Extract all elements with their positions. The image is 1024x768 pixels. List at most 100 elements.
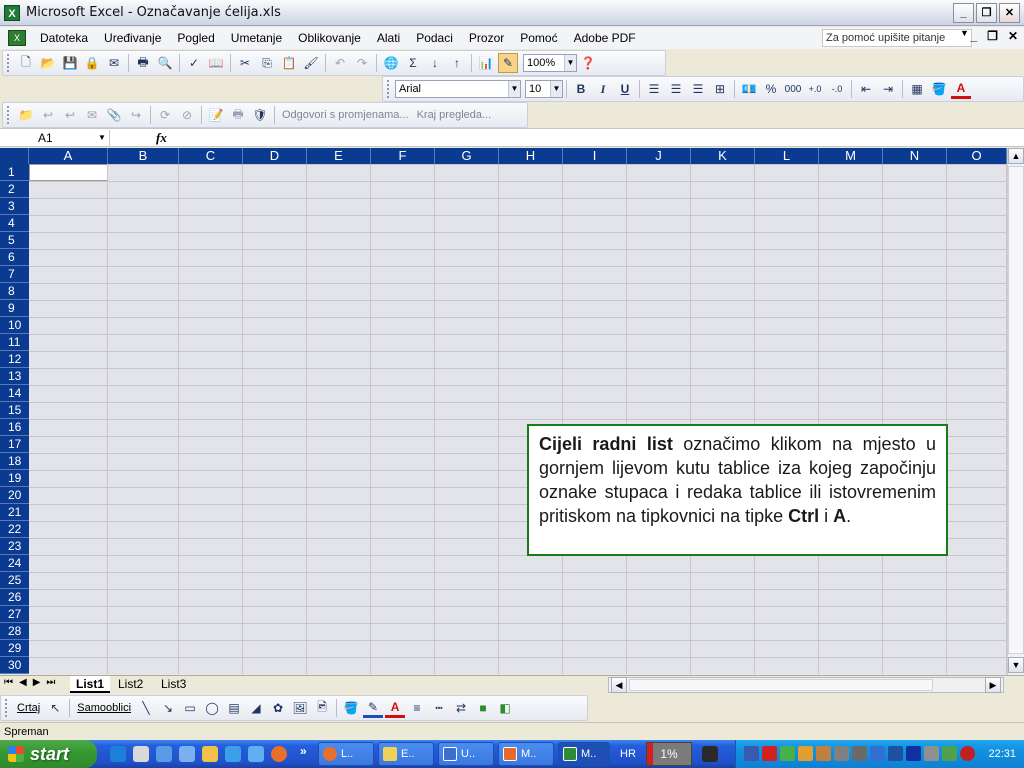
globe-icon[interactable]	[225, 746, 241, 762]
scroll-up-icon[interactable]: ▲	[1008, 148, 1024, 164]
borders-icon[interactable]: ▦	[907, 79, 927, 99]
checklist-icon[interactable]: 📝	[206, 105, 226, 125]
menu-oblikovanje[interactable]: Oblikovanje	[290, 31, 369, 45]
textbox-icon[interactable]: ▤	[224, 698, 244, 718]
print-icon[interactable]: 🖶	[133, 53, 153, 73]
attach-icon[interactable]: 📎	[104, 105, 124, 125]
row-header-30[interactable]: 30	[0, 657, 29, 674]
font-size-select[interactable]: 10 ▼	[525, 80, 563, 98]
monitor-tray-icon[interactable]	[888, 746, 903, 761]
row-header-19[interactable]: 19	[0, 470, 29, 487]
task-button-4[interactable]: M..	[498, 742, 554, 766]
thousands-button[interactable]: 000	[783, 79, 803, 99]
format-painter-icon[interactable]: 🖌	[301, 53, 321, 73]
rectangle-icon[interactable]: ▭	[180, 698, 200, 718]
security-icon[interactable]: 🛡	[250, 105, 270, 125]
font-size-dropdown-icon[interactable]: ▼	[550, 81, 562, 97]
row-header-13[interactable]: 13	[0, 368, 29, 385]
row-header-15[interactable]: 15	[0, 402, 29, 419]
excel-app-icon[interactable]: X	[4, 4, 20, 21]
chart-wizard-icon[interactable]: 📊	[476, 53, 496, 73]
firefox-icon[interactable]	[271, 746, 287, 762]
open-icon[interactable]: 📂	[38, 53, 58, 73]
column-header-o[interactable]: O	[947, 148, 1007, 164]
name-box-dropdown-icon[interactable]: ▼	[98, 130, 106, 146]
row-header-16[interactable]: 16	[0, 419, 29, 436]
row-header-1[interactable]: 1	[0, 164, 29, 181]
menu-prozor[interactable]: Prozor	[461, 31, 512, 45]
next-sheet-icon[interactable]: ▶	[33, 677, 41, 688]
research-icon[interactable]: 📖	[206, 53, 226, 73]
increase-indent-icon[interactable]: ⇥	[878, 79, 898, 99]
decrease-decimal-icon[interactable]: -.0	[827, 79, 847, 99]
merge-center-icon[interactable]: ⊞	[710, 79, 730, 99]
column-header-b[interactable]: B	[108, 148, 179, 164]
vertical-scroll-thumb[interactable]	[1008, 166, 1024, 654]
row-header-18[interactable]: 18	[0, 453, 29, 470]
sort-descending-icon[interactable]: ↑	[447, 53, 467, 73]
row-header-28[interactable]: 28	[0, 623, 29, 640]
green-tray-icon[interactable]	[780, 746, 795, 761]
sync-icon[interactable]: ⟳	[155, 105, 175, 125]
column-header-g[interactable]: G	[435, 148, 499, 164]
help-search-input[interactable]: Za pomoć upišite pitanje	[822, 29, 972, 47]
column-header-d[interactable]: D	[243, 148, 307, 164]
toolbar-grip[interactable]	[7, 106, 11, 124]
quicklaunch-more-icon[interactable]: »	[300, 744, 307, 758]
scroll-left-icon[interactable]: ◀	[611, 677, 627, 693]
row-header-23[interactable]: 23	[0, 538, 29, 555]
browser-icon[interactable]	[179, 746, 195, 762]
picture-icon[interactable]: 🖻	[312, 698, 332, 718]
copy-icon[interactable]: ⎘	[257, 53, 277, 73]
end-review-button[interactable]: Kraj pregleda...	[413, 109, 496, 121]
column-header-i[interactable]: I	[563, 148, 627, 164]
scroll-down-icon[interactable]: ▼	[1008, 657, 1024, 673]
start-button[interactable]: start	[0, 740, 97, 768]
toolbar-grip[interactable]	[7, 54, 11, 72]
zoom-select[interactable]: 100% ▼	[523, 54, 577, 72]
row-header-7[interactable]: 7	[0, 266, 29, 283]
row-header-14[interactable]: 14	[0, 385, 29, 402]
decrease-indent-icon[interactable]: ⇤	[856, 79, 876, 99]
network-tray-icon[interactable]	[744, 746, 759, 761]
task-button-5[interactable]: M..	[558, 742, 610, 766]
name-box[interactable]: A1 ▼	[2, 130, 110, 146]
shield-tray-icon[interactable]	[960, 746, 975, 761]
explorer-icon[interactable]	[156, 746, 172, 762]
task-button-2[interactable]: E..	[378, 742, 434, 766]
cell-area[interactable]	[29, 164, 1007, 674]
underline-button[interactable]: U	[615, 79, 635, 99]
orange-tray-icon[interactable]	[798, 746, 813, 761]
toolbar-grip[interactable]	[387, 80, 391, 98]
display-tray-icon[interactable]	[906, 746, 921, 761]
email-icon[interactable]: ✉	[104, 53, 124, 73]
column-header-h[interactable]: H	[499, 148, 563, 164]
last-sheet-icon[interactable]: ⏭	[46, 677, 55, 688]
autosum-icon[interactable]: Σ	[403, 53, 423, 73]
reply-icon[interactable]: ↩	[38, 105, 58, 125]
settings-tray-icon[interactable]	[852, 746, 867, 761]
shadow-icon[interactable]: ■	[473, 698, 493, 718]
fill-color-icon[interactable]: 🪣	[341, 698, 361, 718]
arrow-icon[interactable]: ↘	[158, 698, 178, 718]
function-icon[interactable]: fx	[156, 130, 167, 146]
media-icon[interactable]	[133, 746, 149, 762]
arrow-style-icon[interactable]: ⇄	[451, 698, 471, 718]
font-dropdown-icon[interactable]: ▼	[508, 81, 520, 97]
sort-ascending-icon[interactable]: ↓	[425, 53, 445, 73]
close-button[interactable]: ✕	[999, 3, 1020, 23]
row-header-2[interactable]: 2	[0, 181, 29, 198]
doc-minimize-icon[interactable]: _	[970, 29, 977, 43]
help-dropdown-icon[interactable]: ▼	[960, 28, 969, 38]
clipart-icon[interactable]: 🖼	[290, 698, 310, 718]
print-preview-icon[interactable]: 🔍	[155, 53, 175, 73]
currency-icon[interactable]: 💶	[739, 79, 759, 99]
spelling-icon[interactable]: ✓	[184, 53, 204, 73]
people-tray-icon[interactable]	[870, 746, 885, 761]
ie-icon[interactable]	[110, 746, 126, 762]
active-cell-a1[interactable]	[29, 164, 108, 181]
row-header-24[interactable]: 24	[0, 555, 29, 572]
column-header-n[interactable]: N	[883, 148, 947, 164]
align-right-icon[interactable]: ☰	[688, 79, 708, 99]
red-tray-icon[interactable]	[762, 746, 777, 761]
